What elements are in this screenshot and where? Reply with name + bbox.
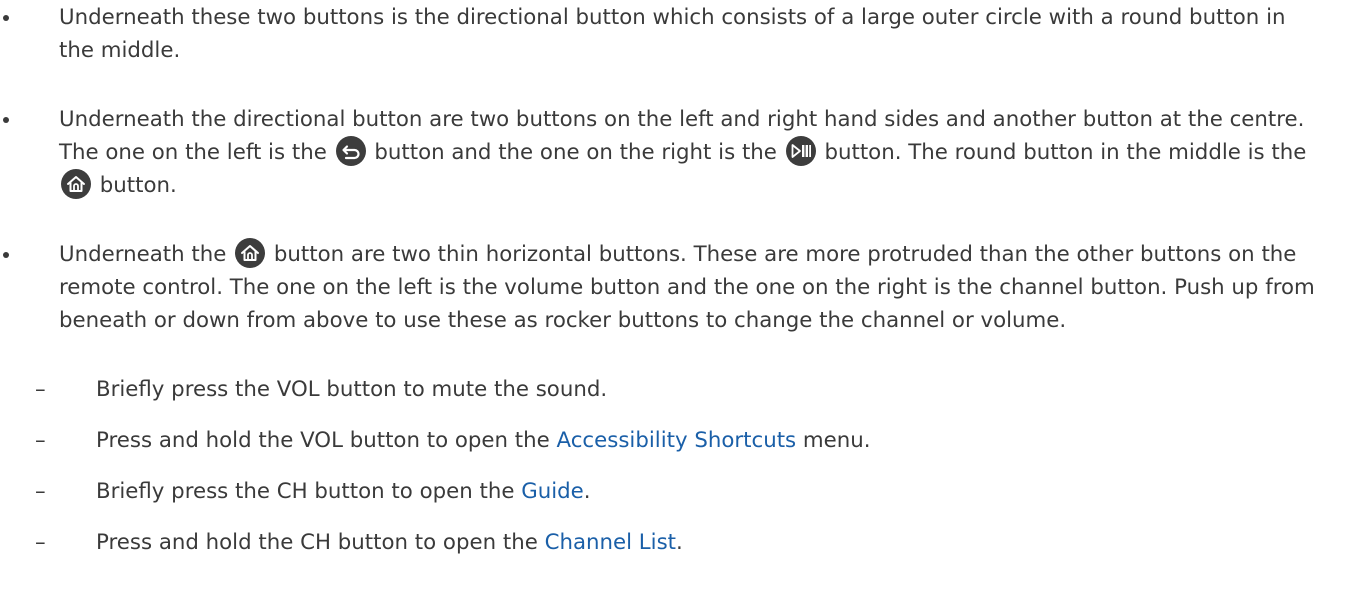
sub-item-text: Briefly press the VOL button to mute the… (96, 377, 608, 402)
bullet-dot (3, 117, 9, 123)
sub-item-text: . (583, 479, 591, 504)
bullet-dot (3, 252, 9, 258)
dash-mark: – (35, 428, 46, 453)
bullet-item-return-play-home: Underneath the directional button are tw… (3, 103, 1321, 202)
home-icon (61, 169, 91, 199)
sub-item-mute: – Briefly press the VOL button to mute t… (35, 373, 1296, 406)
sub-item-text: Press and hold the VOL button to open th… (96, 428, 550, 453)
bullet-text: Underneath these two buttons is the dire… (59, 5, 1286, 63)
home-icon (235, 238, 266, 268)
return-icon (335, 136, 366, 166)
play-pause-icon (785, 136, 816, 166)
bullet-item-rocker-buttons: Underneath the button are two thin horiz… (3, 238, 1321, 337)
bullet-dot (3, 15, 9, 21)
bullet-item-directional-button: Underneath these two buttons is the dire… (3, 1, 1321, 67)
channel-list-link[interactable]: Channel List (545, 530, 676, 555)
bullet-text-part: button. (99, 173, 177, 198)
dash-mark: – (35, 530, 46, 555)
sub-item-text: menu. (802, 428, 871, 453)
accessibility-shortcuts-link[interactable]: Accessibility Shortcuts (557, 428, 797, 453)
dash-mark: – (35, 377, 46, 402)
document-page: Underneath these two buttons is the dire… (0, 0, 1352, 598)
sub-item-accessibility: – Press and hold the VOL button to open … (35, 424, 1296, 457)
sub-item-channel-list: – Press and hold the CH button to open t… (35, 526, 1296, 559)
guide-link[interactable]: Guide (521, 479, 584, 504)
sub-item-guide: – Briefly press the CH button to open th… (35, 475, 1296, 508)
sub-item-text: Press and hold the CH button to open the (96, 530, 538, 555)
bullet-text-part: Underneath the (59, 242, 227, 267)
sub-item-text: Briefly press the CH button to open the (96, 479, 515, 504)
sub-item-text: . (676, 530, 683, 555)
dash-mark: – (35, 479, 46, 504)
bullet-text-part: button and the one on the right is the (374, 140, 777, 165)
bullet-text-part: button. The round button in the middle i… (824, 140, 1307, 165)
